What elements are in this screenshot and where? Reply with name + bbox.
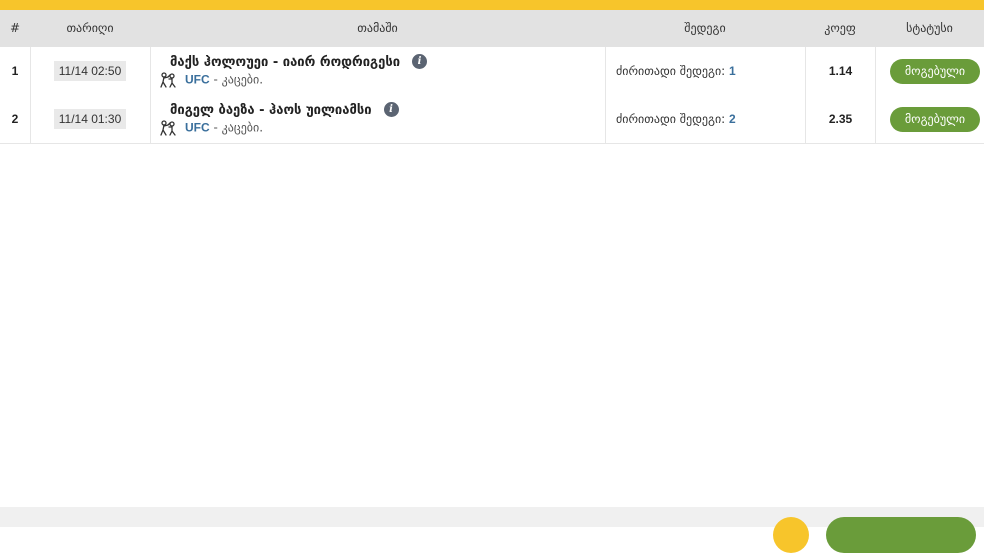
- result-cell: ძირითადი შედეგი: 2: [616, 95, 736, 143]
- header-number: #: [9, 21, 21, 35]
- league-category: - კაცები.: [209, 72, 264, 87]
- odd-value: 2.35: [828, 112, 853, 126]
- game-name[interactable]: მიგელ ბაეზა - ჰაოს უილიამსი i: [170, 102, 399, 118]
- table-row: 2 11/14 01:30 მიგელ ბაეზა - ჰაოს უილიამს…: [0, 95, 984, 144]
- league-label: UFC - კაცები.: [159, 120, 263, 136]
- footer-round-button[interactable]: [773, 517, 809, 553]
- footer-action-button[interactable]: [826, 517, 976, 553]
- row-number: 2: [11, 112, 19, 126]
- row-date: 11/14 02:50: [54, 61, 126, 81]
- top-accent-bar: [0, 0, 984, 10]
- status-badge: მოგებული: [890, 107, 980, 132]
- header-status: სტატუსი: [906, 21, 953, 35]
- column-divider: [875, 95, 876, 143]
- column-divider: [875, 47, 876, 95]
- column-divider: [605, 95, 606, 143]
- header-game: თამაში: [357, 21, 398, 35]
- footer-bar: [0, 507, 984, 553]
- result-label: ძირითადი შედეგი:: [616, 64, 730, 78]
- column-divider: [150, 95, 151, 143]
- info-icon[interactable]: i: [383, 102, 399, 117]
- game-name[interactable]: მაქს ჰოლოუეი - იაირ როდრიგესი i: [170, 54, 428, 70]
- mma-fighter-icon: [160, 72, 176, 88]
- header-date: თარიღი: [66, 21, 114, 35]
- game-name-text: მიგელ ბაეზა - ჰაოს უილიამსი: [170, 103, 372, 118]
- game-name-text: მაქს ჰოლოუეი - იაირ როდრიგესი: [170, 55, 401, 70]
- result-pick: 2: [729, 112, 736, 126]
- row-number: 1: [11, 64, 19, 78]
- table-header: # თარიღი თამაში შედეგი კოეფ სტატუსი: [0, 10, 984, 47]
- status-badge: მოგებული: [890, 59, 980, 84]
- header-odd: კოეფ: [824, 21, 856, 35]
- row-date: 11/14 01:30: [54, 109, 126, 129]
- header-result: შედეგი: [684, 21, 726, 35]
- info-icon[interactable]: i: [412, 54, 428, 69]
- odd-value: 1.14: [828, 64, 853, 78]
- league-category: - კაცები.: [209, 120, 264, 135]
- league-label: UFC - კაცები.: [159, 72, 263, 88]
- mma-fighter-icon: [160, 120, 176, 136]
- column-divider: [605, 47, 606, 95]
- result-label: ძირითადი შედეგი:: [616, 112, 730, 126]
- table-row: 1 11/14 02:50 მაქს ჰოლოუეი - იაირ როდრიგ…: [0, 47, 984, 96]
- result-pick: 1: [729, 64, 736, 78]
- column-divider: [150, 47, 151, 95]
- league-name: UFC: [185, 72, 210, 87]
- column-divider: [30, 95, 31, 143]
- column-divider: [30, 47, 31, 95]
- result-cell: ძირითადი შედეგი: 1: [616, 47, 736, 95]
- league-name: UFC: [185, 120, 210, 135]
